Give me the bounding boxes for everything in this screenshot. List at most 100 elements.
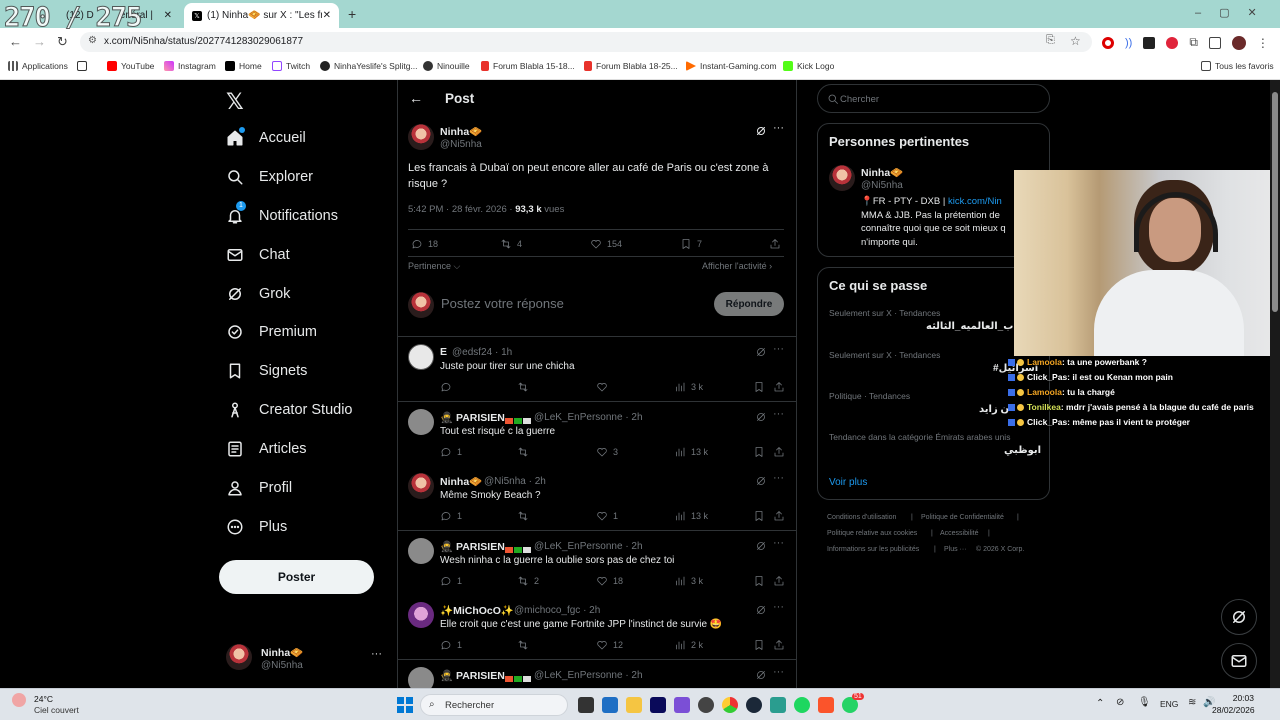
post-author-name[interactable]: Ninha🧇 xyxy=(440,125,482,138)
relevant-name[interactable]: Ninha🧇 xyxy=(861,166,903,179)
reply-avatar[interactable] xyxy=(408,344,434,370)
reply-button[interactable]: 18 xyxy=(411,238,438,250)
x-logo-icon[interactable]: 𝕏 xyxy=(226,89,244,115)
premiere-icon[interactable] xyxy=(650,697,666,713)
close-icon[interactable]: ✕ xyxy=(164,10,172,21)
weather-icon[interactable] xyxy=(12,693,32,713)
profile-avatar[interactable] xyxy=(1231,35,1246,50)
reply-submit-button[interactable]: Répondre xyxy=(714,292,784,316)
tray-overflow-icon[interactable]: ⌃ xyxy=(1096,698,1104,709)
nav-grok[interactable]: Grok xyxy=(226,279,290,309)
bookmark-icon[interactable] xyxy=(753,446,765,458)
reply-input[interactable]: Postez votre réponse xyxy=(441,296,564,311)
grok-icon[interactable] xyxy=(755,540,767,552)
bookmark-splitgate[interactable]: NinhaYeslife's Splitg... xyxy=(320,61,418,71)
language-indicator[interactable]: ENG xyxy=(1160,699,1178,709)
audio-icon[interactable]: )) xyxy=(1125,37,1132,49)
address-bar[interactable]: ⚙ x.com/Ni5nha/status/202774128302906187… xyxy=(80,32,1092,52)
more-icon[interactable]: ··· xyxy=(773,472,784,484)
reply-handle[interactable]: @LeK_EnPersonne · 2h xyxy=(534,670,643,681)
reply-handle[interactable]: @LeK_EnPersonne · 2h xyxy=(534,412,643,423)
bookmark-ninouille[interactable]: Ninouille xyxy=(423,61,470,71)
bookmark-button[interactable]: 7 xyxy=(680,238,702,250)
star-icon[interactable]: ☆ xyxy=(1070,34,1081,48)
relevant-handle[interactable]: @Ni5nha xyxy=(861,180,903,191)
grok-icon[interactable] xyxy=(755,346,767,358)
more-icon[interactable]: ··· xyxy=(773,408,784,420)
repost-button[interactable] xyxy=(517,639,534,651)
grok-icon[interactable] xyxy=(755,475,767,487)
views-button[interactable]: 13 k xyxy=(674,446,708,458)
grid-icon[interactable] xyxy=(77,61,87,71)
reply-handle[interactable]: @edsf24 · 1h xyxy=(452,347,512,358)
app-icon[interactable] xyxy=(770,697,786,713)
share-icon[interactable] xyxy=(773,639,785,651)
like-button[interactable] xyxy=(596,381,613,393)
bookmark-forum-15-18[interactable]: Forum Blabla 15-18... xyxy=(481,61,575,71)
repost-button[interactable] xyxy=(517,446,534,458)
nav-more[interactable]: Plus xyxy=(226,512,287,542)
share-icon[interactable] xyxy=(773,510,785,522)
reply-author-name[interactable]: 🥷 PARISIEN xyxy=(440,411,505,424)
more-icon[interactable]: ··· xyxy=(371,648,382,660)
like-button[interactable]: 154 xyxy=(590,238,622,250)
reply-handle[interactable]: @Ni5nha · 2h xyxy=(484,476,546,487)
footer-link[interactable]: Politique de Confidentialité xyxy=(921,514,1004,521)
like-button[interactable]: 12 xyxy=(596,639,623,651)
sort-dropdown[interactable]: Pertinence ⌵ xyxy=(408,261,460,272)
site-info-icon[interactable]: ⚙ xyxy=(88,35,97,46)
like-button[interactable]: 3 xyxy=(596,446,618,458)
grok-icon[interactable] xyxy=(755,411,767,423)
search-input[interactable]: Chercher xyxy=(817,84,1050,113)
share-icon[interactable] xyxy=(773,575,785,587)
weather-temp[interactable]: 24°C xyxy=(34,694,53,704)
spotify-icon[interactable] xyxy=(794,697,810,713)
all-bookmarks[interactable]: Tous les favoris xyxy=(1201,61,1274,71)
relevant-avatar[interactable] xyxy=(829,165,855,191)
obs-icon[interactable] xyxy=(674,697,690,713)
reply-button[interactable]: 1 xyxy=(440,510,462,522)
bookmark-youtube[interactable]: YouTube xyxy=(107,61,154,71)
nav-notifications[interactable]: Notifications 1 xyxy=(226,201,338,231)
more-icon[interactable]: ··· xyxy=(773,537,784,549)
post-author-avatar[interactable] xyxy=(408,124,434,150)
bookmark-applications[interactable]: Applications xyxy=(8,61,68,71)
reply-avatar[interactable] xyxy=(408,667,434,688)
like-button[interactable]: 1 xyxy=(596,510,618,522)
footer-link[interactable]: Conditions d'utilisation xyxy=(827,514,896,521)
show-activity-link[interactable]: Afficher l'activité › xyxy=(702,261,772,271)
see-more-link[interactable]: Voir plus xyxy=(829,477,867,488)
bookmark-instagram[interactable]: Instagram xyxy=(164,61,216,71)
reply-button[interactable]: 1 xyxy=(440,639,462,651)
views-button[interactable]: 3 k xyxy=(674,575,703,587)
repost-button[interactable] xyxy=(517,381,534,393)
footer-link[interactable]: Accessibilité xyxy=(940,530,979,537)
bookmark-twitch[interactable]: Twitch xyxy=(272,61,310,71)
puzzle-icon[interactable]: ⧉ xyxy=(1189,35,1198,50)
footer-link[interactable]: Plus ··· xyxy=(944,546,967,553)
grok-icon[interactable] xyxy=(755,125,767,137)
bookmark-instant-gaming[interactable]: Instant-Gaming.com xyxy=(686,61,777,71)
back-icon[interactable]: ← xyxy=(9,34,22,49)
url-text[interactable]: x.com/Ni5nha/status/2027741283029061877 xyxy=(104,36,303,47)
browser-tab-active[interactable]: 𝕏 (1) Ninha🧇 sur X : "Les francais ✕ xyxy=(184,3,339,28)
window-controls[interactable]: –▢✕ xyxy=(1195,6,1275,19)
forward-icon[interactable]: → xyxy=(33,34,46,49)
reply-button[interactable]: 1 xyxy=(440,446,462,458)
more-icon[interactable]: ··· xyxy=(773,601,784,613)
bookmark-icon[interactable] xyxy=(753,510,765,522)
chrome-icon[interactable] xyxy=(722,697,738,713)
reply-author-name[interactable]: 🥷 PARISIEN xyxy=(440,669,505,682)
sidebar-icon[interactable] xyxy=(1208,36,1221,49)
share-button[interactable] xyxy=(769,238,781,250)
footer-link[interactable]: Informations sur les publicités xyxy=(827,546,919,553)
scrollbar-thumb[interactable] xyxy=(1272,92,1278,312)
share-icon[interactable] xyxy=(773,381,785,393)
reply-handle[interactable]: @michoco_fgc · 2h xyxy=(514,605,600,616)
nav-articles[interactable]: Articles xyxy=(226,434,307,464)
bookmark-icon[interactable] xyxy=(753,575,765,587)
like-button[interactable]: 18 xyxy=(596,575,623,587)
repost-button[interactable] xyxy=(517,510,534,522)
weather-desc[interactable]: Ciel couvert xyxy=(34,705,79,715)
bookmark-icon[interactable] xyxy=(753,639,765,651)
